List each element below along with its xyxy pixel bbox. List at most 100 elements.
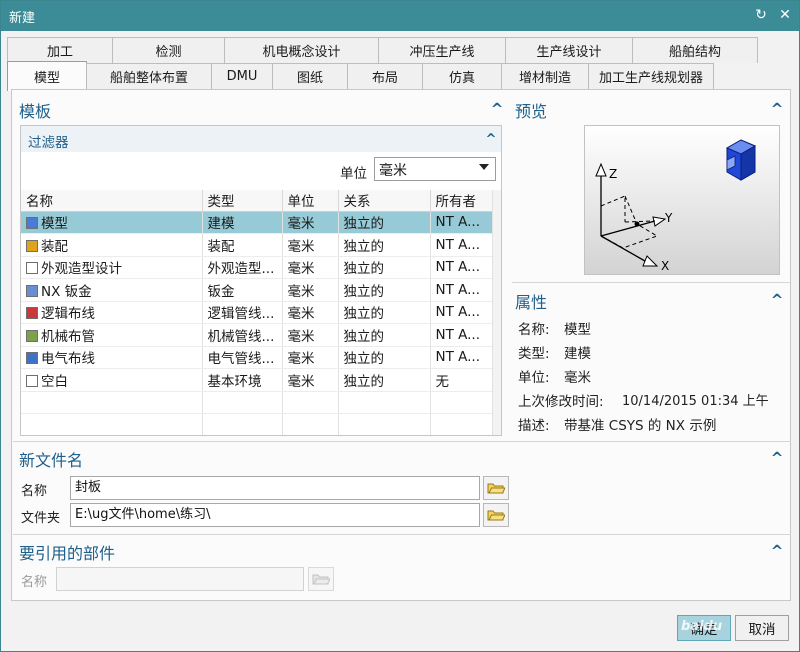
prop-modified-label: 上次修改时间: — [518, 394, 604, 410]
tab-bottom-4[interactable]: 布局 — [347, 63, 423, 89]
column-header-1[interactable]: 类型 — [202, 190, 283, 212]
file-name-input[interactable]: 封板 — [70, 476, 480, 500]
reference-divider — [13, 534, 791, 535]
cell-type: 建模 — [202, 211, 283, 234]
cell-type: 逻辑管线... — [202, 301, 283, 324]
sheet-metal-icon — [26, 284, 38, 297]
cell-owner: 无 — [430, 368, 501, 392]
cell-name-text: 电气布线 — [41, 351, 95, 368]
empty-cell — [430, 391, 501, 414]
window-title: 新建 — [9, 11, 36, 26]
table-row[interactable]: 空白 基本环境 毫米 独立的无 — [21, 368, 501, 392]
preview-image: Z Y X — [584, 125, 780, 275]
column-header-4[interactable]: 所有者 — [430, 190, 501, 212]
logical-routing-icon — [26, 307, 38, 320]
cell-type: 机械管线... — [202, 323, 283, 347]
folder-input[interactable]: E:\ug文件\home\练习\ — [70, 503, 480, 527]
cell-relation: 独立的 — [338, 368, 431, 392]
close-icon[interactable]: ✕ — [775, 5, 795, 25]
cell-name: 空白 — [21, 368, 203, 392]
template-table: 名称 类型 单位 关系 所有者 模型 建模 毫米 独立的 NT A... 装配 装配 毫米 独立的 NT … — [21, 190, 501, 435]
cancel-button[interactable]: 取消 — [735, 615, 789, 641]
table-row[interactable]: 电气布线 电气管线... 毫米 独立的 NT A... — [21, 346, 501, 369]
tab-bottom-3[interactable]: 图纸 — [272, 63, 348, 89]
new-file-collapse-icon[interactable]: ^ — [770, 451, 784, 466]
cell-type: 钣金 — [202, 278, 283, 302]
blue-block-icon — [725, 139, 757, 181]
tab-top-0[interactable]: 加工 — [7, 37, 113, 63]
blank-file-icon — [26, 374, 38, 387]
table-row[interactable]: 机械布管 机械管线... 毫米 独立的 NT A... — [21, 323, 501, 347]
table-row[interactable]: 装配 装配 毫米 独立的 NT A... — [21, 233, 501, 257]
table-row[interactable]: NX 钣金 钣金 毫米 独立的 NT A... — [21, 278, 501, 302]
template-collapse-icon[interactable]: ^ — [490, 102, 504, 117]
table-row[interactable]: 外观造型设计 外观造型... 毫米 独立的 NT A... — [21, 256, 501, 279]
table-row[interactable]: 模型 建模 毫米 独立的 NT A... — [21, 211, 501, 234]
properties-collapse-icon[interactable]: ^ — [770, 293, 784, 308]
tab-bottom-2[interactable]: DMU — [211, 63, 273, 89]
empty-cell — [282, 391, 339, 414]
table-scrollbar[interactable] — [492, 190, 501, 435]
axis-y-label: Y — [664, 211, 673, 225]
browse-folder-button[interactable] — [483, 503, 509, 527]
tab-top-2[interactable]: 机电概念设计 — [224, 37, 379, 63]
cell-unit: 毫米 — [282, 233, 339, 257]
cell-name-text: 机械布管 — [41, 328, 95, 345]
cell-unit: 毫米 — [282, 368, 339, 392]
reset-icon[interactable]: ↻ — [751, 5, 771, 25]
tab-bottom-6[interactable]: 增材制造 — [501, 63, 589, 89]
tab-bottom-5[interactable]: 仿真 — [422, 63, 502, 89]
empty-cell — [21, 413, 203, 435]
tab-content-panel: 模板 ^ 过滤器 ^ 单位 毫米 名称 类型 单位 关系 所有者 模型 建模 毫米 独立的 NT… — [11, 89, 791, 601]
column-header-3[interactable]: 关系 — [338, 190, 431, 212]
ref-name-label: 名称 — [21, 575, 48, 590]
cell-name: NX 钣金 — [21, 278, 203, 302]
browse-name-button[interactable] — [483, 476, 509, 500]
cell-name-text: 模型 — [41, 216, 68, 233]
cell-name-text: 逻辑布线 — [41, 306, 95, 323]
column-header-2[interactable]: 单位 — [282, 190, 339, 212]
empty-cell — [21, 391, 203, 414]
unit-combo[interactable]: 毫米 — [374, 157, 496, 181]
cell-unit: 毫米 — [282, 323, 339, 347]
cell-relation: 独立的 — [338, 233, 431, 257]
chevron-down-icon[interactable] — [479, 164, 489, 170]
table-row[interactable]: 逻辑布线 逻辑管线... 毫米 独立的 NT A... — [21, 301, 501, 324]
folder-open-icon — [312, 574, 330, 585]
unit-combo-value: 毫米 — [379, 163, 407, 179]
cell-name-text: NX 钣金 — [41, 283, 92, 300]
tab-top-3[interactable]: 冲压生产线 — [378, 37, 506, 63]
preview-collapse-icon[interactable]: ^ — [770, 102, 784, 117]
prop-modified-value: 10/14/2015 01:34 上午 — [622, 394, 769, 409]
axis-z-label: Z — [609, 167, 617, 181]
reference-collapse-icon[interactable]: ^ — [770, 544, 784, 559]
empty-cell — [282, 413, 339, 435]
watermark: baidu — [681, 619, 723, 634]
tab-bottom-7[interactable]: 加工生产线规划器 — [588, 63, 714, 89]
new-file-dialog: 新建 ↻ ✕ 加工 检测 机电概念设计 冲压生产线 生产线设计 船舶结构 模型 船舶整体布置… — [0, 0, 800, 652]
cell-type: 电气管线... — [202, 346, 283, 369]
cell-owner: NT A... — [430, 211, 501, 234]
tab-bottom-0[interactable]: 模型 — [7, 61, 87, 91]
prop-type-value: 建模 — [564, 346, 591, 362]
prop-name-value: 模型 — [564, 322, 591, 338]
cell-name: 电气布线 — [21, 346, 203, 369]
preview-divider — [512, 282, 790, 283]
cell-relation: 独立的 — [338, 211, 431, 234]
prop-unit-value: 毫米 — [564, 370, 591, 386]
preview-section-title: 预览 — [515, 102, 548, 121]
tab-top-4[interactable]: 生产线设计 — [505, 37, 633, 63]
column-header-0[interactable]: 名称 — [21, 190, 203, 212]
cell-unit: 毫米 — [282, 346, 339, 369]
tab-bottom-1[interactable]: 船舶整体布置 — [86, 63, 212, 89]
tab-top-5[interactable]: 船舶结构 — [632, 37, 758, 63]
cell-type: 装配 — [202, 233, 283, 257]
model-icon — [26, 217, 38, 230]
title-bar: 新建 ↻ ✕ — [1, 1, 799, 31]
cell-relation: 独立的 — [338, 323, 431, 347]
empty-row — [21, 413, 501, 435]
unit-label: 单位 — [340, 166, 367, 182]
tab-top-1[interactable]: 检测 — [112, 37, 225, 63]
file-name-label: 名称 — [21, 484, 48, 499]
filter-collapse-icon[interactable]: ^ — [484, 133, 498, 147]
